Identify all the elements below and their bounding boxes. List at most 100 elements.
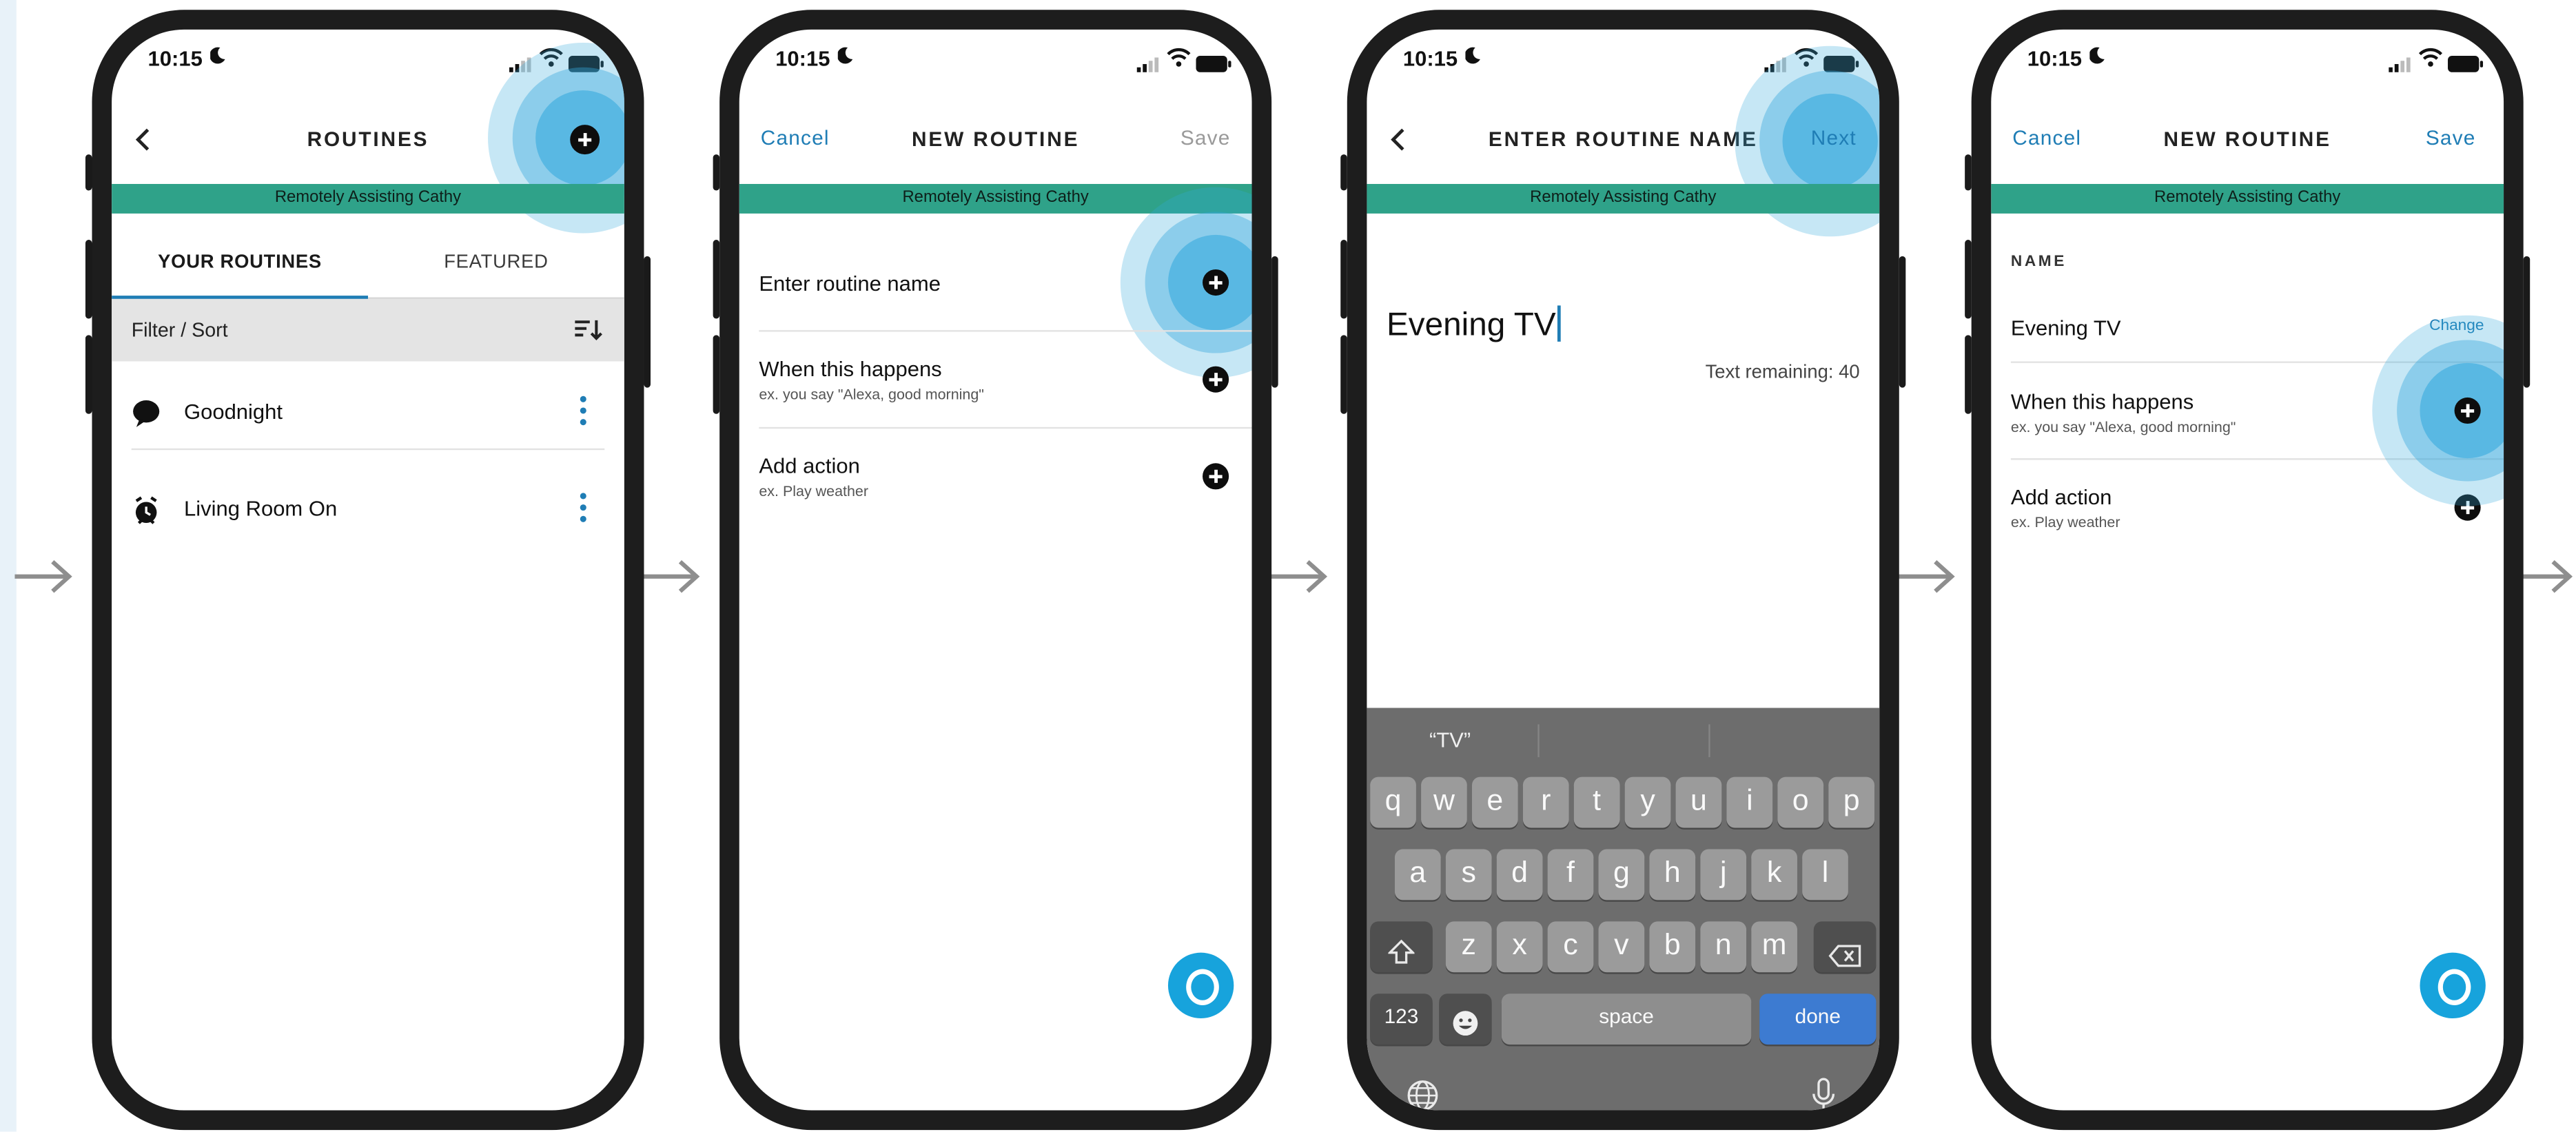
done-key[interactable]: done [1759, 994, 1877, 1045]
backspace-key[interactable] [1813, 921, 1877, 973]
key-o[interactable]: o [1777, 776, 1824, 828]
key-e[interactable]: e [1471, 776, 1518, 828]
microphone-icon[interactable] [1810, 1078, 1837, 1111]
key-k[interactable]: k [1751, 849, 1797, 901]
key-g[interactable]: g [1598, 849, 1645, 901]
routine-name-input[interactable]: Evening TV [1387, 305, 1560, 344]
alarm-clock-icon [132, 496, 161, 534]
emoji-key[interactable] [1439, 994, 1492, 1045]
routine-name-row-label[interactable]: Enter routine name [759, 271, 941, 296]
filter-sort-label: Filter / Sort [131, 318, 228, 342]
volume-down-button [1965, 335, 1972, 414]
status-time: 10:15 [2027, 45, 2082, 71]
flow-arrow-icon [1268, 559, 1331, 595]
key-b[interactable]: b [1649, 921, 1696, 973]
when-this-happens-label[interactable]: When this happens [2011, 389, 2194, 414]
globe-icon[interactable] [1407, 1079, 1440, 1111]
phone-screen-routines: 10:15 ROUTINES Remotely Assisting Cathy … [85, 10, 651, 1131]
key-s[interactable]: s [1445, 849, 1492, 901]
name-section-heading: NAME [2010, 253, 2067, 271]
add-action-label[interactable]: Add action [759, 453, 859, 478]
numbers-key[interactable]: 123 [1370, 994, 1433, 1045]
moon-icon [2089, 46, 2106, 69]
filter-sort-bar[interactable]: Filter / Sort [112, 298, 624, 362]
backspace-icon [1828, 934, 1861, 982]
nav-bar: Cancel NEW ROUTINE Save [739, 108, 1252, 167]
status-time: 10:15 [775, 45, 830, 71]
key-h[interactable]: h [1649, 849, 1696, 901]
volume-down-button [85, 335, 92, 414]
key-j[interactable]: j [1700, 849, 1747, 901]
add-routine-button[interactable] [570, 125, 600, 155]
key-w[interactable]: w [1421, 776, 1467, 828]
tab-your-routines[interactable]: YOUR ROUTINES [112, 253, 368, 273]
add-trigger-button[interactable] [1203, 366, 1229, 393]
volume-up-button [713, 240, 720, 319]
screen: 10:15 Cancel NEW ROUTINE Save Remotely A… [739, 29, 1252, 1111]
volume-up-button [85, 240, 92, 319]
next-button[interactable]: Next [1811, 127, 1857, 150]
key-x[interactable]: x [1496, 921, 1543, 973]
save-button[interactable]: Save [1180, 127, 1231, 150]
moon-icon [837, 46, 855, 69]
routine-name-value: Evening TV [2010, 315, 2121, 340]
add-trigger-button[interactable] [2454, 397, 2481, 424]
key-u[interactable]: u [1675, 776, 1722, 828]
more-options-icon[interactable] [578, 394, 588, 435]
key-z[interactable]: z [1445, 921, 1492, 973]
keyboard: “TV” q w e r t y u i o p a s d f g h j k… [1367, 708, 1880, 1111]
flow-arrow-icon [641, 559, 704, 595]
remote-assist-banner: Remotely Assisting Cathy [112, 183, 624, 214]
add-action-label[interactable]: Add action [2011, 484, 2112, 509]
key-q[interactable]: q [1370, 776, 1416, 828]
shift-key[interactable] [1370, 921, 1433, 973]
key-p[interactable]: p [1828, 776, 1875, 828]
power-button [1271, 256, 1278, 388]
add-action-hint: ex. Play weather [759, 482, 869, 500]
add-action-button[interactable] [1203, 463, 1229, 490]
phone-screen-new-routine-named: 10:15 Cancel NEW ROUTINE Save Remotely A… [1965, 10, 2531, 1131]
suggestion-divider [1708, 724, 1710, 757]
battery-icon [2448, 51, 2484, 81]
flow-arrow-icon [13, 559, 76, 595]
key-c[interactable]: c [1547, 921, 1594, 973]
phone-screen-new-routine: 10:15 Cancel NEW ROUTINE Save Remotely A… [713, 10, 1278, 1131]
key-y[interactable]: y [1624, 776, 1671, 828]
tab-featured[interactable]: FEATURED [368, 253, 624, 273]
space-key[interactable]: space [1501, 994, 1752, 1045]
shift-icon [1387, 933, 1416, 980]
volume-down-button [713, 335, 720, 414]
cellular-signal-icon [1136, 51, 1160, 81]
mute-switch [85, 154, 92, 191]
key-v[interactable]: v [1598, 921, 1645, 973]
key-l[interactable]: l [1802, 849, 1848, 901]
suggestion-1[interactable]: “TV” [1429, 728, 1471, 752]
speech-bubble-icon [132, 399, 161, 437]
add-routine-name-button[interactable] [1203, 269, 1229, 296]
key-r[interactable]: r [1522, 776, 1569, 828]
sort-icon[interactable] [573, 318, 603, 349]
routine-name-input-value: Evening TV [1387, 307, 1556, 344]
when-this-happens-label[interactable]: When this happens [759, 356, 941, 381]
page-title: NEW ROUTINE [911, 127, 1080, 152]
more-options-icon[interactable] [578, 491, 588, 533]
cellular-signal-icon [2389, 51, 2411, 81]
key-n[interactable]: n [1700, 921, 1747, 973]
remote-assist-banner: Remotely Assisting Cathy [1991, 183, 2504, 214]
key-a[interactable]: a [1394, 849, 1441, 901]
key-m[interactable]: m [1751, 921, 1797, 973]
key-d[interactable]: d [1496, 849, 1543, 901]
alexa-button[interactable] [1167, 952, 1234, 1019]
back-chevron-icon[interactable] [1390, 128, 1407, 159]
suggestion-divider [1537, 724, 1540, 757]
key-i[interactable]: i [1726, 776, 1773, 828]
nav-bar: Cancel NEW ROUTINE Save [1991, 108, 2504, 167]
list-divider [759, 426, 1252, 429]
mute-switch [1340, 154, 1347, 191]
key-f[interactable]: f [1547, 849, 1594, 901]
save-button[interactable]: Save [2426, 127, 2476, 150]
remote-assist-banner: Remotely Assisting Cathy [1367, 183, 1880, 214]
key-t[interactable]: t [1573, 776, 1620, 828]
power-button [644, 256, 651, 388]
alexa-button[interactable] [2420, 952, 2486, 1019]
